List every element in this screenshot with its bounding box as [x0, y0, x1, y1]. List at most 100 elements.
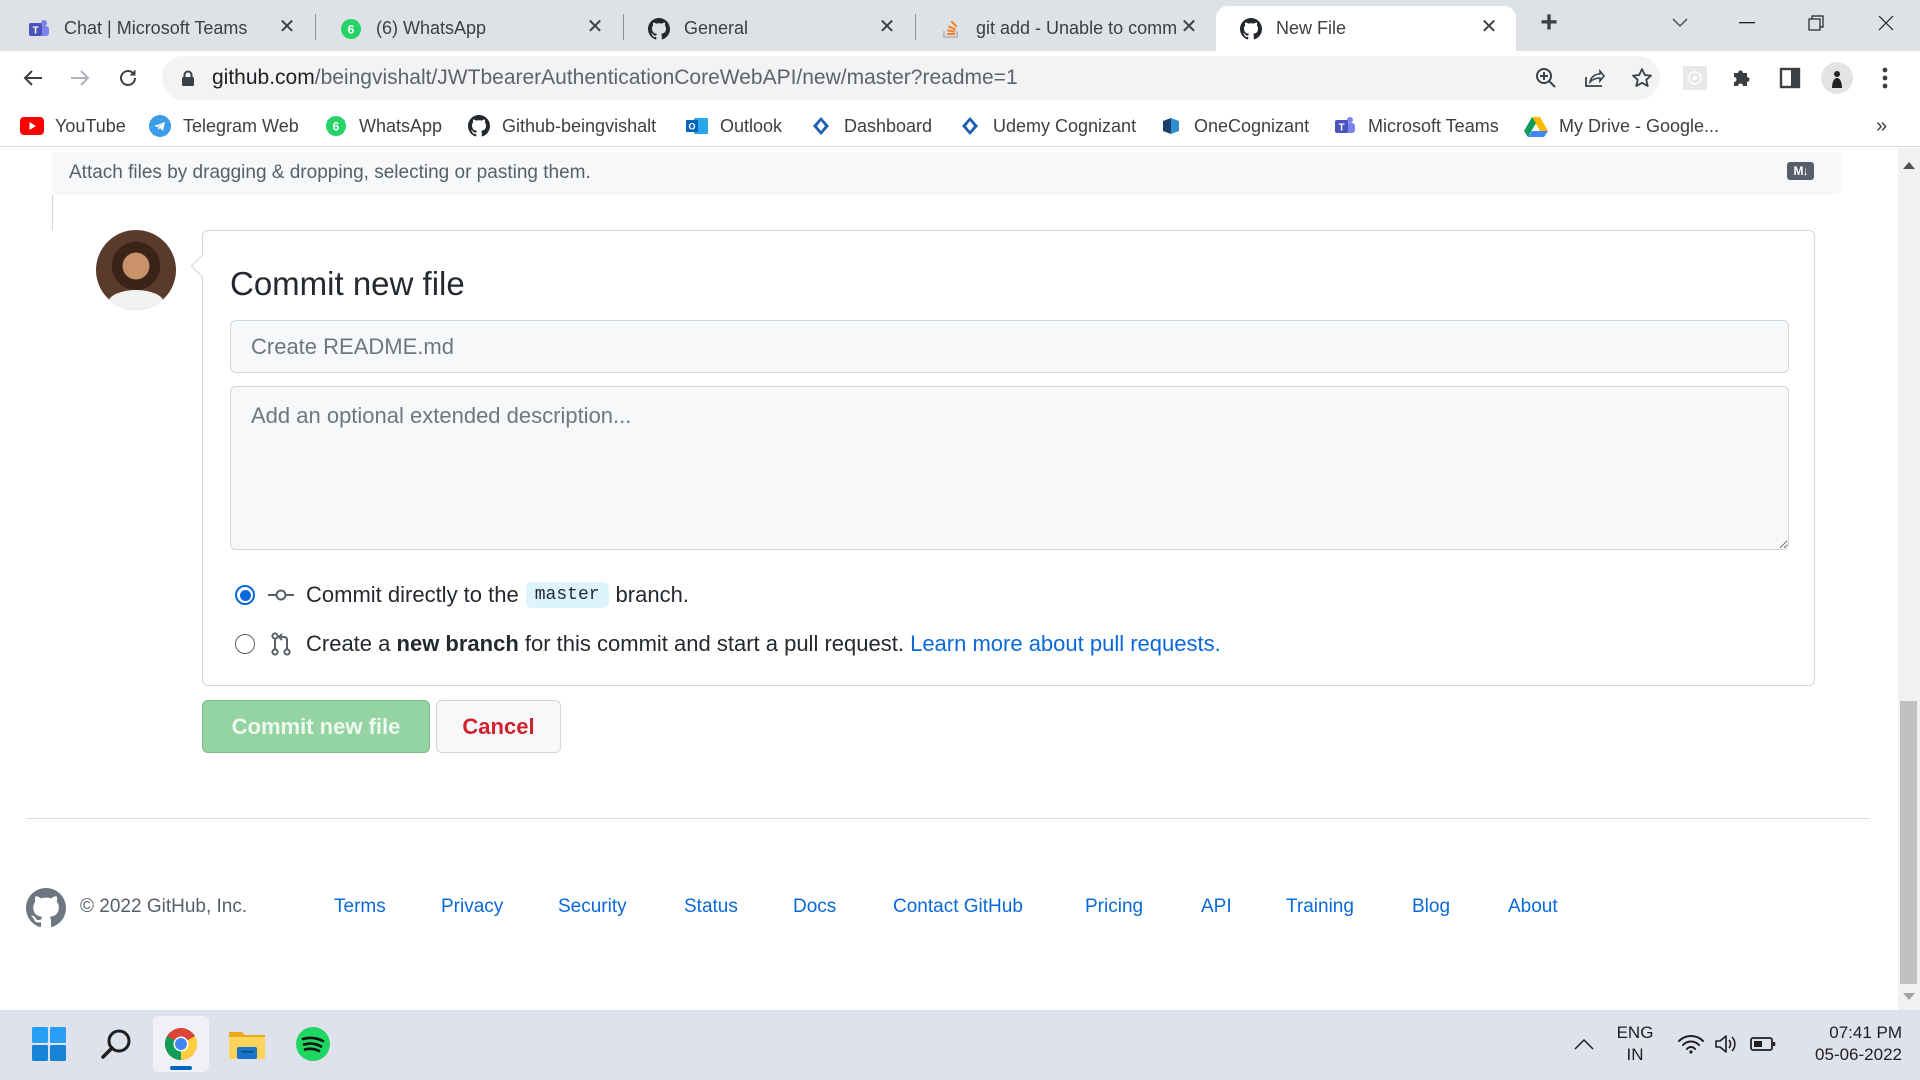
bookmark-outlook[interactable]: O Outlook — [685, 113, 782, 139]
option-text-bold: new branch — [396, 631, 519, 656]
commit-description-input[interactable] — [230, 386, 1789, 550]
option-text: Create a — [306, 631, 391, 656]
scroll-down-arrow-icon[interactable] — [1903, 993, 1915, 1000]
svg-text:O: O — [688, 122, 695, 132]
attach-hint: Attach files by dragging & dropping, sel… — [69, 162, 591, 183]
footer-link-status[interactable]: Status — [684, 896, 738, 918]
share-icon[interactable] — [1580, 64, 1608, 92]
learn-more-pull-requests-link[interactable]: Learn more about pull requests. — [910, 631, 1221, 657]
footer-link-security[interactable]: Security — [558, 896, 627, 918]
page-scrollbar[interactable] — [1898, 148, 1920, 1010]
footer-link-blog[interactable]: Blog — [1412, 896, 1450, 918]
profile-avatar-icon — [1821, 62, 1853, 94]
close-tab-icon[interactable]: ✕ — [1178, 16, 1200, 38]
footer-link-training[interactable]: Training — [1286, 896, 1354, 918]
browser-menu-button[interactable] — [1868, 61, 1902, 95]
back-button[interactable] — [16, 61, 50, 95]
commit-direct-radio[interactable] — [235, 585, 255, 605]
markdown-icon[interactable]: M↓ — [1787, 162, 1814, 180]
close-tab-icon[interactable]: ✕ — [276, 16, 298, 38]
start-button[interactable] — [21, 1016, 77, 1072]
footer-link-contact[interactable]: Contact GitHub — [893, 896, 1023, 918]
scrollbar-thumb[interactable] — [1900, 701, 1917, 984]
address-bar[interactable]: github.com/beingvishalt/JWTbearerAuthent… — [162, 56, 1660, 100]
commit-heading: Commit new file — [230, 265, 465, 302]
reload-button[interactable] — [111, 61, 145, 95]
close-tab-icon[interactable]: ✕ — [584, 16, 606, 38]
language-indicator[interactable]: ENG IN — [1605, 1022, 1665, 1066]
bookmark-telegram[interactable]: Telegram Web — [148, 113, 299, 139]
option-text: Commit directly to the — [306, 582, 519, 607]
whatsapp-icon: 6 — [324, 114, 348, 138]
taskbar-file-explorer[interactable] — [219, 1016, 275, 1072]
bookmark-youtube[interactable]: YouTube — [20, 113, 126, 139]
extensions-menu-button[interactable] — [1725, 61, 1759, 95]
lock-icon[interactable] — [174, 64, 202, 92]
battery-button[interactable] — [1735, 1016, 1791, 1072]
footer-link-docs[interactable]: Docs — [793, 896, 836, 918]
new-branch-radio[interactable] — [235, 634, 255, 654]
bookmark-github[interactable]: Github-beingvishalt — [467, 113, 656, 139]
profile-button[interactable] — [1820, 61, 1854, 95]
footer-link-privacy[interactable]: Privacy — [441, 896, 503, 918]
taskbar-chrome[interactable] — [153, 1016, 209, 1072]
taskbar-search-button[interactable] — [88, 1016, 144, 1072]
commit-direct-option[interactable]: Commit directly to the master branch. — [235, 582, 689, 608]
bookmark-whatsapp[interactable]: 6 WhatsApp — [324, 113, 442, 139]
copyright-text: © 2022 GitHub, Inc. — [80, 896, 248, 917]
commit-new-file-button[interactable]: Commit new file — [202, 700, 430, 753]
user-avatar[interactable] — [96, 230, 176, 310]
footer-link-about[interactable]: About — [1508, 896, 1558, 918]
file-attach-area[interactable]: Attach files by dragging & dropping, sel… — [52, 152, 1842, 195]
new-branch-option[interactable]: Create a new branch for this commit and … — [235, 631, 1221, 657]
close-window-button[interactable] — [1866, 6, 1906, 40]
tab-whatsapp[interactable]: 6 (6) WhatsApp ✕ — [316, 6, 622, 51]
minimize-icon — [1739, 22, 1755, 24]
close-tab-icon[interactable]: ✕ — [1478, 16, 1500, 38]
footer-link-api[interactable]: API — [1201, 896, 1232, 918]
github-logo-icon[interactable] — [26, 888, 66, 928]
bookmarks-overflow-button[interactable]: » — [1876, 113, 1887, 139]
arrow-right-icon — [71, 70, 90, 86]
tab-microsoft-teams[interactable]: T Chat | Microsoft Teams ✕ — [4, 6, 314, 51]
footer-link-pricing[interactable]: Pricing — [1085, 896, 1143, 918]
side-panel-button[interactable] — [1773, 61, 1807, 95]
tab-github-general[interactable]: General ✕ — [624, 6, 914, 51]
tab-new-file[interactable]: New File ✕ — [1216, 6, 1516, 51]
bookmark-microsoft-teams[interactable]: T Microsoft Teams — [1333, 113, 1499, 139]
bookmark-dashboard[interactable]: Dashboard — [809, 113, 932, 139]
page-footer: © 2022 GitHub, Inc. Terms Privacy Securi… — [26, 886, 1870, 930]
cancel-button[interactable]: Cancel — [436, 700, 561, 753]
minimize-button[interactable] — [1727, 6, 1767, 40]
new-tab-button[interactable]: + — [1529, 6, 1569, 40]
bookmark-label: Telegram Web — [183, 115, 299, 136]
bookmark-onecognizant[interactable]: OneCognizant — [1159, 113, 1309, 139]
bookmark-star-icon[interactable] — [1628, 64, 1656, 92]
tab-search-button[interactable] — [1660, 6, 1700, 40]
footer-link-terms[interactable]: Terms — [334, 896, 386, 918]
github-icon — [467, 114, 491, 138]
close-tab-icon[interactable]: ✕ — [876, 16, 898, 38]
scroll-up-arrow-icon[interactable] — [1903, 162, 1915, 169]
taskbar-spotify[interactable] — [285, 1016, 341, 1072]
clock[interactable]: 07:41 PM 05-06-2022 — [1790, 1022, 1902, 1066]
windows-logo-icon — [32, 1027, 66, 1061]
browser-tab-strip: T Chat | Microsoft Teams ✕ 6 (6) WhatsAp… — [0, 0, 1920, 51]
bookmark-label: YouTube — [55, 115, 126, 136]
github-icon — [1240, 17, 1262, 40]
commit-summary-input[interactable] — [230, 320, 1789, 373]
zoom-icon[interactable] — [1532, 64, 1560, 92]
forward-button[interactable] — [63, 61, 97, 95]
bookmark-label: WhatsApp — [359, 115, 443, 136]
region-code: IN — [1626, 1045, 1644, 1064]
restore-button[interactable] — [1796, 6, 1836, 40]
timeline-line — [52, 195, 53, 230]
show-hidden-icons-button[interactable] — [1556, 1016, 1612, 1072]
extension-button[interactable] — [1678, 61, 1712, 95]
svg-text:T: T — [32, 25, 38, 36]
bookmark-google-drive[interactable]: My Drive - Google... — [1524, 113, 1719, 139]
tab-stackoverflow[interactable]: git add - Unable to comm ✕ — [916, 6, 1216, 51]
bookmark-label: Udemy Cognizant — [993, 115, 1137, 136]
url-text[interactable]: github.com/beingvishalt/JWTbearerAuthent… — [212, 66, 1018, 90]
bookmark-udemy-cognizant[interactable]: Udemy Cognizant — [958, 113, 1136, 139]
